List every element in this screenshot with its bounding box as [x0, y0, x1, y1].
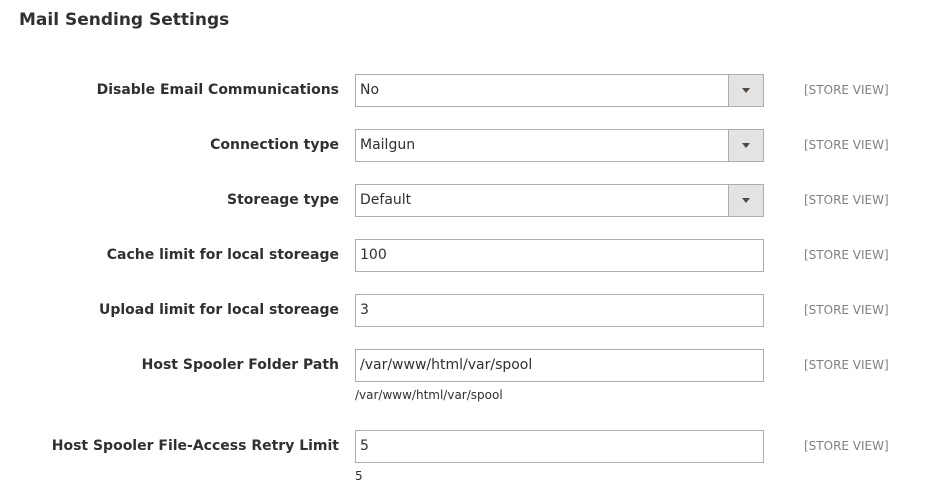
- cache-limit-value: 100: [360, 247, 387, 263]
- storage-type-label: Storeage type: [227, 192, 339, 208]
- retry-limit-value: 5: [360, 438, 369, 454]
- chevron-down-icon: [742, 143, 750, 148]
- dropdown-toggle[interactable]: [728, 75, 763, 106]
- dropdown-toggle[interactable]: [728, 185, 763, 216]
- cache-limit-label: Cache limit for local storeage: [106, 247, 339, 263]
- chevron-down-icon: [742, 88, 750, 93]
- retry-limit-label: Host Spooler File-Access Retry Limit: [51, 438, 339, 454]
- connection-type-select[interactable]: Mailgun: [355, 129, 764, 162]
- storage-type-select[interactable]: Default: [355, 184, 764, 217]
- field-row-connection-type: Connection type Mailgun [STORE VIEW]: [0, 129, 927, 162]
- mail-sending-settings-page: Mail Sending Settings Disable Email Comm…: [0, 0, 927, 500]
- field-row-spooler-path: Host Spooler Folder Path /var/www/html/v…: [0, 349, 927, 382]
- scope-label: [STORE VIEW]: [804, 83, 889, 97]
- scope-label: [STORE VIEW]: [804, 358, 889, 372]
- scope-label: [STORE VIEW]: [804, 138, 889, 152]
- disable-email-label: Disable Email Communications: [96, 82, 339, 98]
- spooler-path-note: /var/www/html/var/spool: [355, 388, 503, 402]
- connection-type-label: Connection type: [210, 137, 339, 153]
- field-row-storage-type: Storeage type Default [STORE VIEW]: [0, 184, 927, 217]
- scope-label: [STORE VIEW]: [804, 439, 889, 453]
- field-row-retry-limit: Host Spooler File-Access Retry Limit 5 […: [0, 430, 927, 463]
- disable-email-value: No: [360, 82, 380, 98]
- upload-limit-label: Upload limit for local storeage: [98, 302, 339, 318]
- spooler-path-label: Host Spooler Folder Path: [141, 357, 339, 373]
- upload-limit-input[interactable]: 3: [355, 294, 764, 327]
- connection-type-value: Mailgun: [360, 137, 416, 153]
- dropdown-toggle[interactable]: [728, 130, 763, 161]
- disable-email-select[interactable]: No: [355, 74, 764, 107]
- field-row-cache-limit: Cache limit for local storeage 100 [STOR…: [0, 239, 927, 272]
- retry-limit-input[interactable]: 5: [355, 430, 764, 463]
- spooler-path-input[interactable]: /var/www/html/var/spool: [355, 349, 764, 382]
- scope-label: [STORE VIEW]: [804, 248, 889, 262]
- scope-label: [STORE VIEW]: [804, 303, 889, 317]
- cache-limit-input[interactable]: 100: [355, 239, 764, 272]
- field-row-upload-limit: Upload limit for local storeage 3 [STORE…: [0, 294, 927, 327]
- field-row-disable-email: Disable Email Communications No [STORE V…: [0, 74, 927, 107]
- retry-limit-note: 5: [355, 469, 363, 483]
- upload-limit-value: 3: [360, 302, 369, 318]
- spooler-path-value: /var/www/html/var/spool: [360, 357, 533, 373]
- chevron-down-icon: [742, 198, 750, 203]
- storage-type-value: Default: [360, 192, 412, 208]
- section-title: Mail Sending Settings: [19, 10, 230, 30]
- scope-label: [STORE VIEW]: [804, 193, 889, 207]
